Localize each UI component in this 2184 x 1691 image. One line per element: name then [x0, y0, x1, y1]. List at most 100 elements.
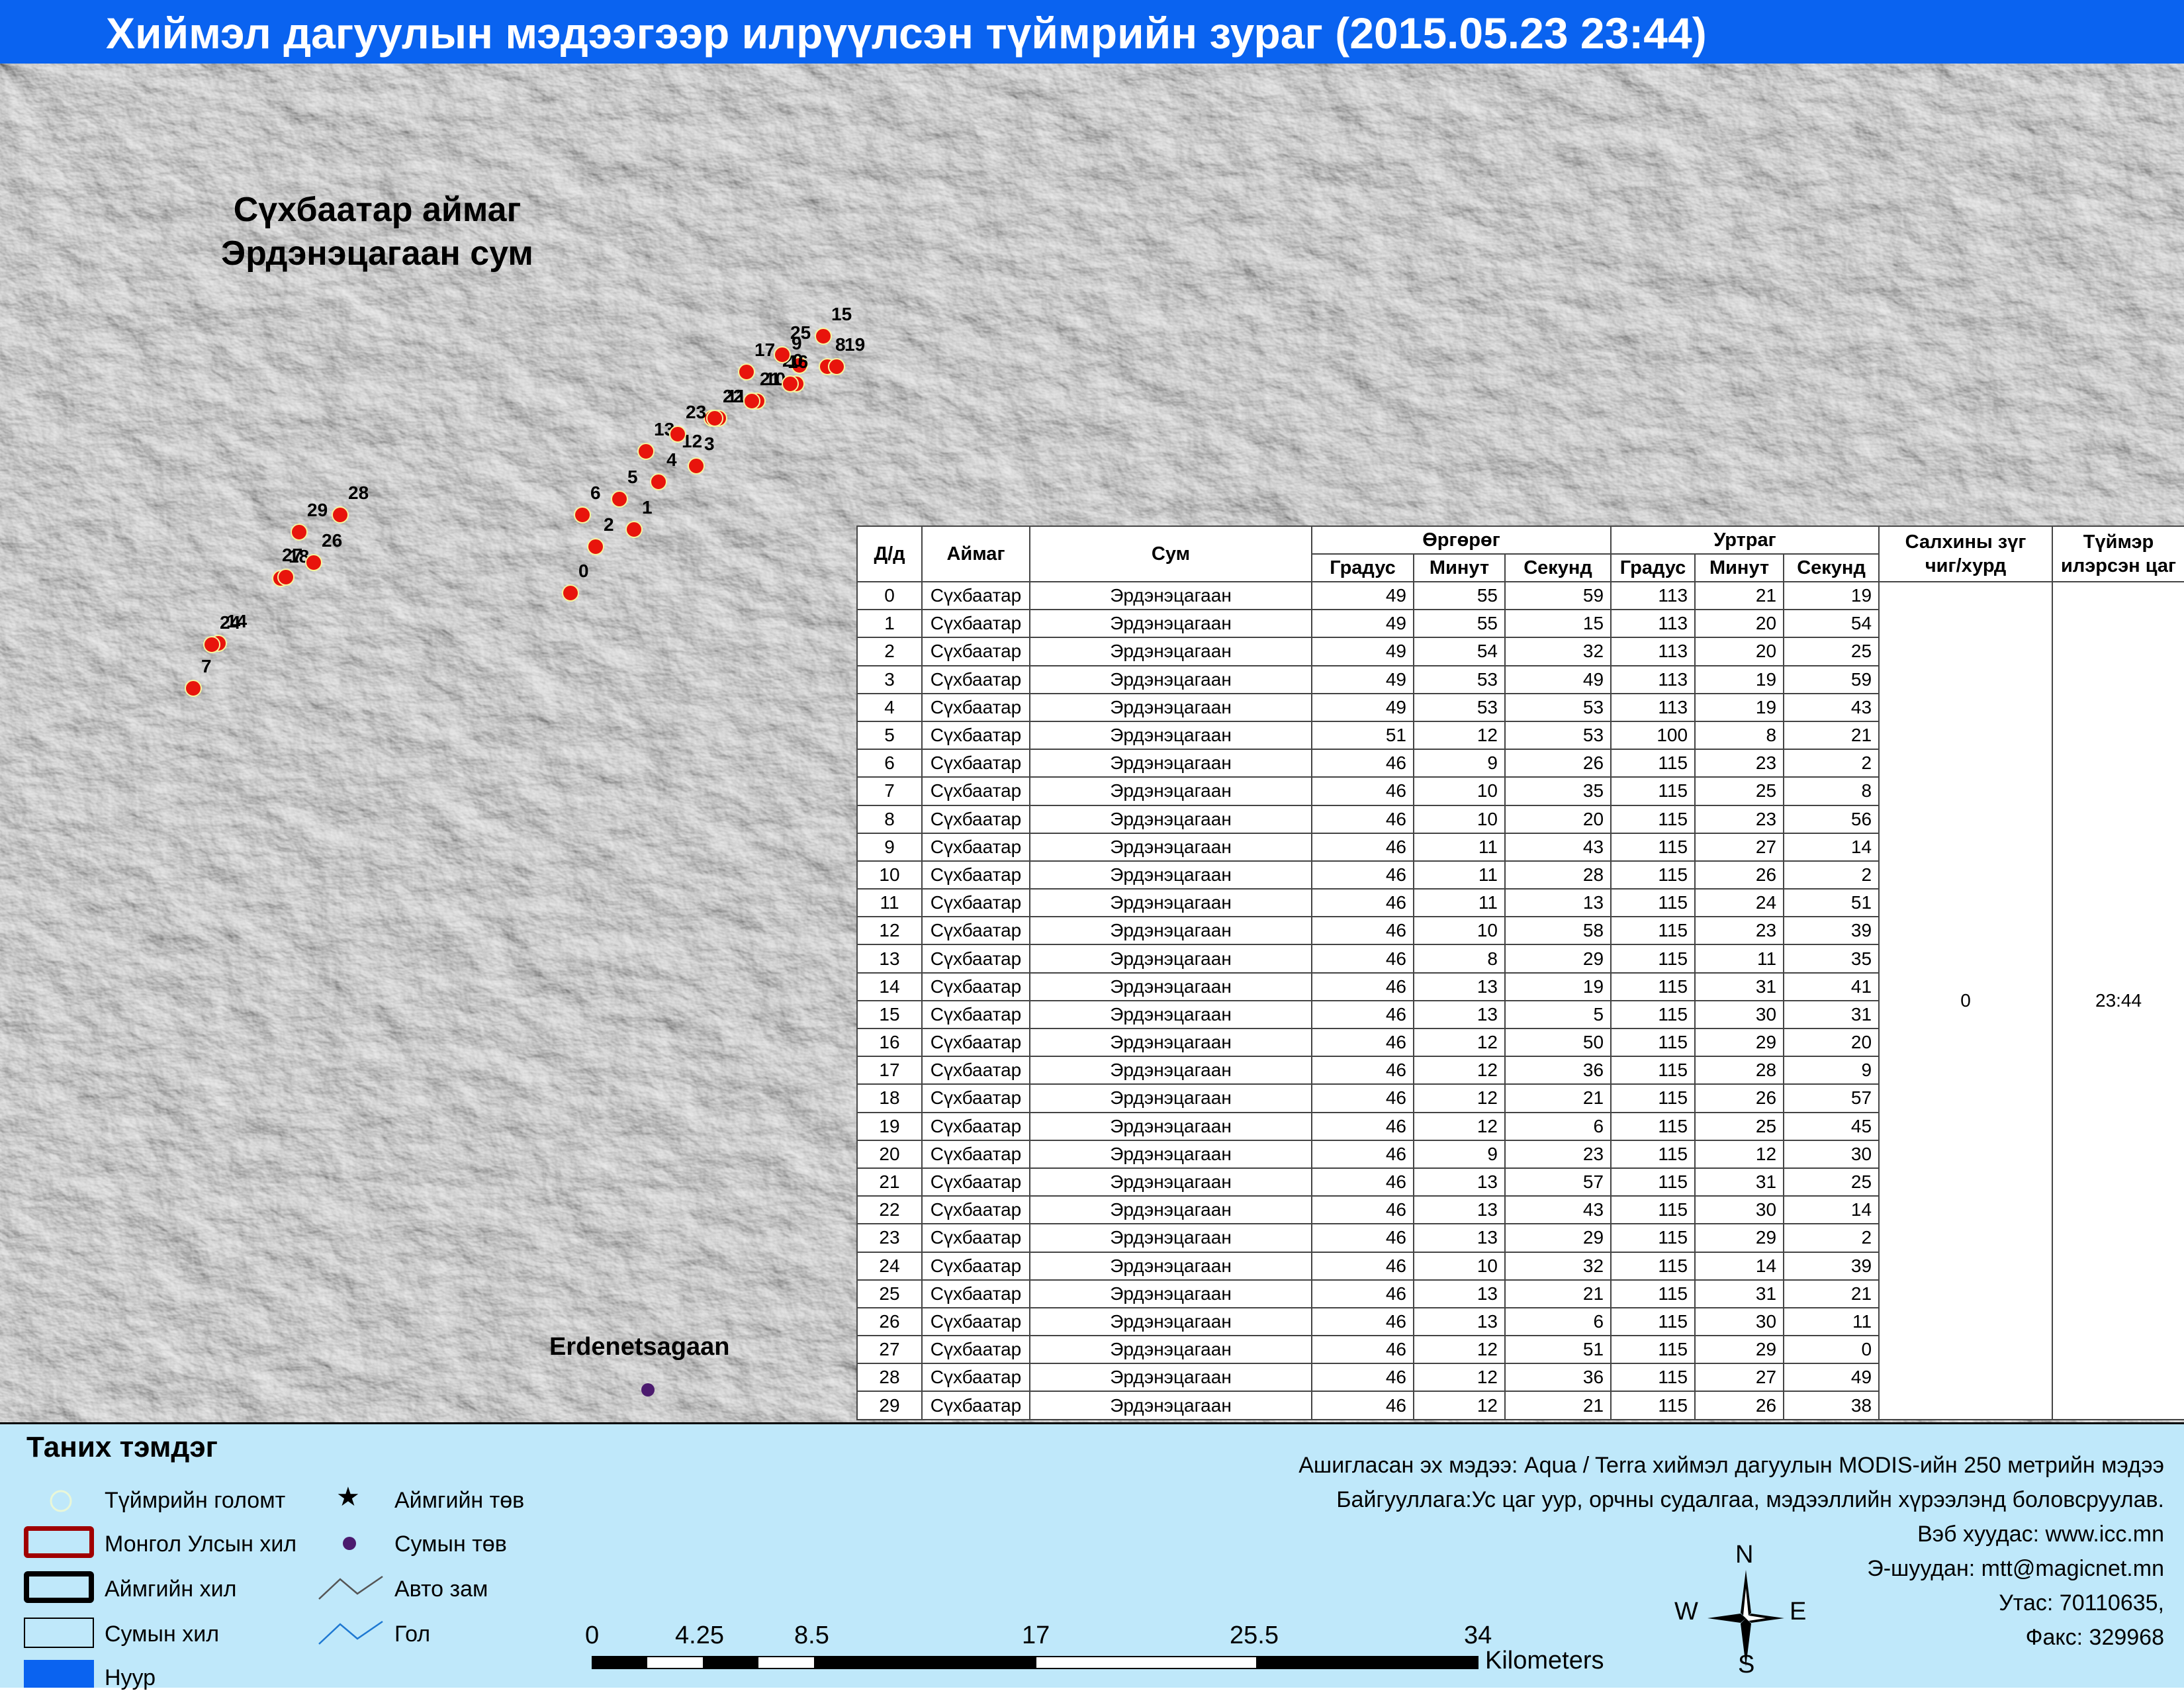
fire-label-15: 15: [831, 304, 852, 324]
fire-point-3[interactable]: [688, 457, 705, 475]
table-cell: 43: [1504, 1195, 1612, 1225]
scale-tick-1: 4.25: [675, 1622, 724, 1649]
table-cell: 12: [1413, 1111, 1506, 1141]
table-cell: 49: [1311, 692, 1414, 722]
fire-point-7[interactable]: [185, 680, 202, 697]
fire-point-24[interactable]: [203, 636, 220, 653]
aimag-name: Сүхбаатар аймаг: [233, 191, 522, 229]
table-cell: Эрдэнэцагаан: [1029, 1391, 1312, 1420]
table-cell: 115: [1610, 1306, 1696, 1337]
fire-point-6[interactable]: [574, 506, 591, 524]
fire-point-21[interactable]: [743, 392, 760, 410]
table-cell: 19: [1504, 972, 1612, 1001]
fire-point-28[interactable]: [332, 506, 349, 524]
table-cell: 16: [856, 1027, 923, 1058]
table-cell: 46: [1311, 1306, 1414, 1337]
fire-label-17: 17: [754, 340, 775, 360]
table-cell: Эрдэнэцагаан: [1029, 776, 1312, 806]
table-cell: 25: [1694, 776, 1785, 806]
col-header-wind: Салхины зүг чиг/хурд: [1878, 526, 2054, 582]
table-cell: 49: [1311, 609, 1414, 639]
table-cell: 6: [1504, 1111, 1612, 1141]
table-cell: 21: [1504, 1391, 1612, 1420]
table-cell: 8: [1694, 720, 1785, 751]
time-header-line1: Түймэр: [2083, 531, 2154, 553]
table-cell: 115: [1610, 916, 1696, 946]
table-cell: Сүхбаатар: [921, 916, 1030, 946]
table-cell: Сүхбаатар: [921, 999, 1030, 1030]
table-cell: 26: [1694, 1083, 1785, 1113]
sum-border-icon: [24, 1618, 94, 1648]
fire-label-29: 29: [307, 500, 328, 520]
fire-label-26: 26: [322, 530, 342, 551]
table-cell: 21: [856, 1167, 923, 1197]
table-cell: 53: [1413, 692, 1506, 722]
fire-point-15[interactable]: [815, 328, 832, 345]
fire-point-2[interactable]: [587, 538, 604, 555]
fire-point-26[interactable]: [305, 554, 322, 571]
table-cell: 25: [856, 1279, 923, 1308]
table-cell: Сүхбаатар: [921, 637, 1030, 666]
table-cell: 49: [1311, 580, 1414, 611]
fire-point-4[interactable]: [650, 473, 667, 490]
table-cell: 30: [1694, 1195, 1785, 1225]
legend-lake-label: Нуур: [105, 1665, 156, 1690]
credit-organization: Байгууллага:Ус цаг уур, орчны судалгаа, …: [1336, 1487, 2164, 1512]
table-cell: Эрдэнэцагаан: [1029, 1139, 1312, 1169]
legend-aimag-label: Аймгийн хил: [105, 1577, 237, 1602]
table-cell: 19: [1694, 692, 1785, 722]
table-cell: Сүхбаатар: [921, 1195, 1030, 1225]
fire-point-22[interactable]: [706, 410, 723, 427]
river-icon: [318, 1620, 383, 1645]
fire-point-1[interactable]: [625, 521, 643, 538]
table-cell: Сүхбаатар: [921, 1279, 1030, 1308]
fire-label-5: 5: [627, 467, 638, 487]
credit-phone: Утас: 70110635,: [1999, 1590, 2164, 1616]
table-cell: Сүхбаатар: [921, 1306, 1030, 1337]
table-cell: 113: [1610, 609, 1696, 639]
table-cell: 8: [1783, 776, 1880, 806]
table-cell: 13: [1504, 888, 1612, 918]
table-cell: 115: [1610, 1083, 1696, 1113]
table-cell: 115: [1610, 1111, 1696, 1141]
wind-header-line2: чиг/хурд: [1925, 555, 2007, 576]
col-header-lon-deg: Градус: [1610, 553, 1696, 582]
table-cell: 113: [1610, 664, 1696, 694]
table-cell: 115: [1610, 1251, 1696, 1281]
fire-point-13[interactable]: [637, 443, 655, 460]
fire-point-0[interactable]: [562, 584, 579, 602]
fire-point-17[interactable]: [738, 363, 755, 381]
lake-icon: [24, 1660, 94, 1688]
table-cell: 23: [1504, 1139, 1612, 1169]
table-cell: 20: [1694, 609, 1785, 639]
fire-point-27[interactable]: [277, 569, 295, 586]
table-cell: 46: [1311, 804, 1414, 834]
table-cell: 10: [1413, 1251, 1506, 1281]
table-cell: 46: [1311, 1056, 1414, 1085]
table-cell: 46: [1311, 860, 1414, 890]
fire-point-25[interactable]: [774, 346, 791, 363]
table-cell: 2: [1783, 860, 1880, 890]
table-cell: 46: [1311, 1251, 1414, 1281]
fire-point-23[interactable]: [669, 426, 686, 443]
table-cell: Эрдэнэцагаан: [1029, 804, 1312, 834]
table-cell: 31: [1694, 1279, 1785, 1308]
fire-label-28: 28: [348, 482, 369, 503]
table-cell: 21: [1783, 1279, 1880, 1308]
table-cell: Сүхбаатар: [921, 1391, 1030, 1420]
fire-point-5[interactable]: [611, 490, 628, 508]
table-cell: 36: [1504, 1056, 1612, 1085]
fire-point-20[interactable]: [782, 375, 799, 392]
table-cell: Эрдэнэцагаан: [1029, 1363, 1312, 1393]
fire-point-19[interactable]: [828, 358, 845, 375]
table-cell: 100: [1610, 720, 1696, 751]
table-cell: Сүхбаатар: [921, 832, 1030, 862]
sum-center-marker[interactable]: [641, 1383, 655, 1396]
table-cell: 11: [1413, 860, 1506, 890]
table-cell: Сүхбаатар: [921, 1111, 1030, 1141]
table-cell: 115: [1610, 944, 1696, 974]
table-cell: 46: [1311, 1363, 1414, 1393]
table-cell: 46: [1311, 1279, 1414, 1308]
table-cell: 5: [1504, 999, 1612, 1030]
fire-point-29[interactable]: [291, 524, 308, 541]
